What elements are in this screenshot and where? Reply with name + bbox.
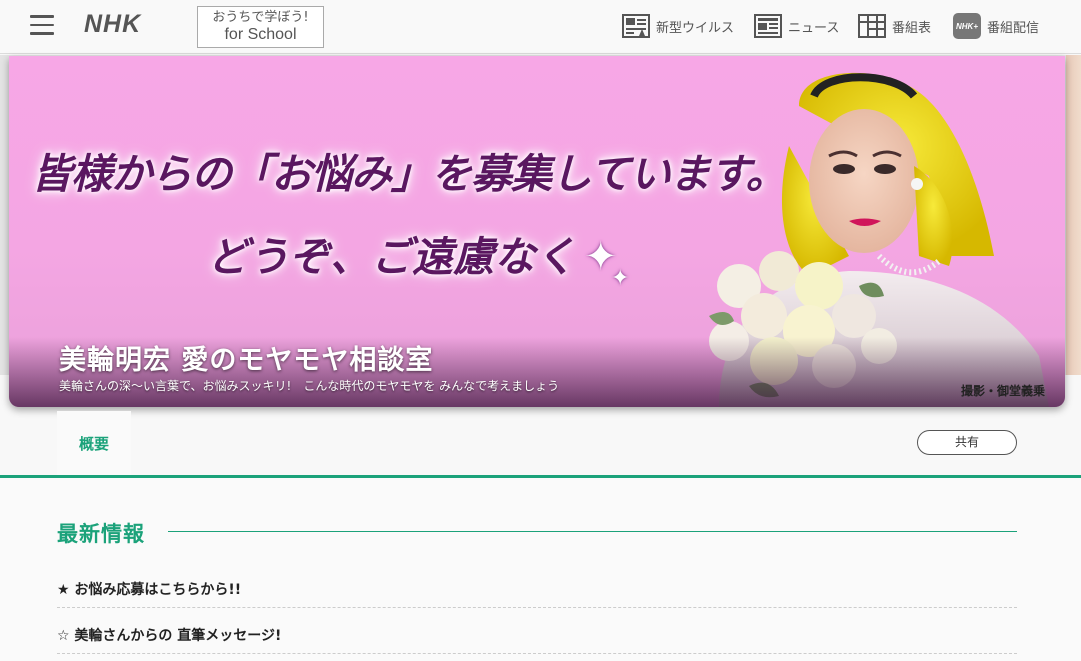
nav-news[interactable]: ニュース — [754, 13, 839, 39]
for-school-line1: おうちで学ぼう! — [212, 10, 309, 25]
photo-credit: 撮影・御堂義乗 — [960, 384, 1045, 398]
nav-covid[interactable]: 新型ウイルス — [622, 13, 734, 39]
nhk-plus-icon: NHK+ — [953, 13, 981, 39]
nav-covid-label: 新型ウイルス — [656, 20, 735, 36]
nav-schedule[interactable]: 番組表 — [858, 13, 931, 39]
nhk-logo[interactable]: NHK — [84, 10, 141, 39]
program-subtitle: 美輪さんの深〜い言葉で、お悩みスッキリ! こんな時代のモヤモヤを みんなで考えま… — [59, 379, 560, 393]
sparkle-small-icon: ✦ — [611, 266, 630, 291]
banner-headline-2: どうぞ、ご遠慮なく — [207, 233, 576, 281]
program-title: 美輪明宏 愛のモヤモヤ相談室 — [59, 345, 434, 376]
share-button[interactable]: 共有 — [917, 430, 1017, 455]
hero-banner[interactable]: 皆様からの「お悩み」を募集しています。 どうぞ、ご遠慮なく ✦ ✦ 美輪明宏 愛… — [9, 56, 1065, 407]
nhk-plus-badge: NHK+ — [955, 21, 978, 31]
section-divider — [168, 531, 1017, 532]
news-screen-icon — [622, 14, 650, 38]
list-item[interactable]: ☆ 美輪さんからの 直筆メッセージ! — [57, 608, 1017, 654]
banner-next-peek — [1066, 55, 1081, 375]
section-title-latest: 最新情報 — [57, 522, 145, 546]
schedule-grid-icon — [858, 14, 886, 38]
for-school-line2: for School — [224, 26, 297, 43]
nav-streaming[interactable]: NHK+ 番組配信 — [953, 13, 1039, 39]
for-school-link[interactable]: おうちで学ぼう! for School — [197, 6, 324, 48]
nav-streaming-label: 番組配信 — [987, 20, 1040, 36]
list-item[interactable]: ★ お悩み応募はこちらから!! — [57, 562, 1017, 608]
newspaper-icon — [754, 14, 782, 38]
tab-overview[interactable]: 概要 — [57, 411, 131, 481]
nav-news-label: ニュース — [788, 20, 840, 36]
site-header: NHK おうちで学ぼう! for School 新型ウイルス ニュース 番組表 … — [0, 0, 1081, 54]
nav-schedule-label: 番組表 — [892, 20, 932, 36]
menu-icon[interactable] — [30, 15, 54, 35]
